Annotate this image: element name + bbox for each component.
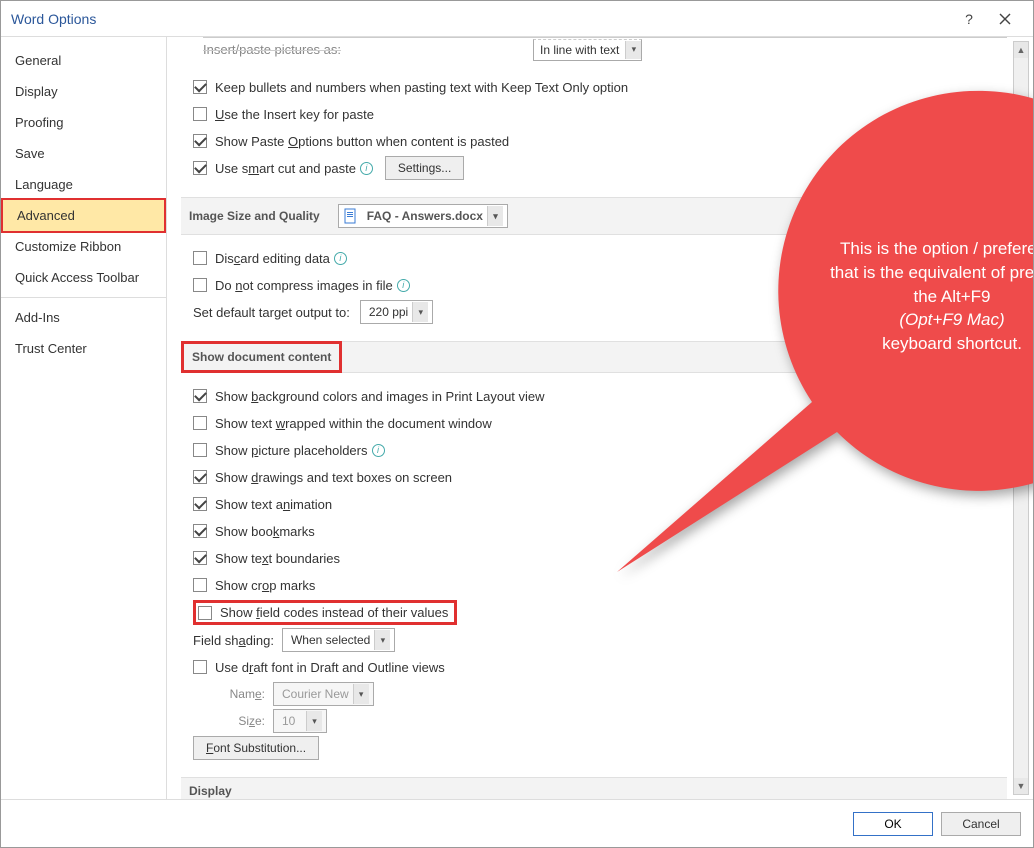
label-crop-marks: Show crop marks: [215, 578, 315, 593]
cancel-button[interactable]: Cancel: [941, 812, 1021, 836]
chevron-down-icon: ▾: [625, 41, 641, 59]
insert-paste-pictures-label: Insert/paste pictures as:: [203, 42, 533, 57]
dialog-title: Word Options: [11, 11, 951, 27]
label-insert-key: Use the Insert key for paste: [215, 107, 374, 122]
info-icon[interactable]: i: [334, 252, 347, 265]
word-options-dialog: Word Options ? General Display Proofing …: [0, 0, 1034, 848]
group-image-quality: Image Size and Quality FAQ - Answers.doc…: [181, 197, 1007, 235]
sidebar-item-advanced[interactable]: Advanced: [1, 198, 166, 233]
sidebar-item-customize-ribbon[interactable]: Customize Ribbon: [1, 231, 166, 262]
sidebar-separator: [1, 297, 166, 298]
checkbox-smart-cut[interactable]: [193, 161, 207, 175]
label-paste-options: Show Paste Options button when content i…: [215, 134, 509, 149]
label-discard-editing: Discard editing data: [215, 251, 330, 266]
label-field-codes: Show field codes instead of their values: [220, 605, 448, 620]
checkbox-text-wrapped[interactable]: [193, 416, 207, 430]
image-quality-doc-select[interactable]: FAQ - Answers.docx ▾: [338, 204, 508, 228]
label-no-compress: Do not compress images in file: [215, 278, 393, 293]
close-button[interactable]: [987, 1, 1023, 37]
font-substitution-button[interactable]: Font Substitution...: [193, 736, 319, 760]
main-panel: Insert/paste pictures as: In line with t…: [167, 37, 1033, 799]
info-icon[interactable]: i: [372, 444, 385, 457]
label-text-boundaries: Show text boundaries: [215, 551, 340, 566]
checkbox-paste-options[interactable]: [193, 134, 207, 148]
label-animation: Show text animation: [215, 497, 332, 512]
field-shading-select[interactable]: When selected ▾: [282, 628, 395, 652]
document-icon: [343, 208, 359, 224]
scroll-up-icon[interactable]: ▲: [1014, 42, 1028, 58]
label-keep-bullets: Keep bullets and numbers when pasting te…: [215, 80, 628, 95]
checkbox-discard-editing[interactable]: [193, 251, 207, 265]
scroll-down-icon[interactable]: ▼: [1014, 778, 1028, 794]
checkbox-text-boundaries[interactable]: [193, 551, 207, 565]
scrollbar[interactable]: ▲ ▼: [1013, 41, 1029, 795]
settings-button[interactable]: Settings...: [385, 156, 464, 180]
checkbox-animation[interactable]: [193, 497, 207, 511]
default-target-select[interactable]: 220 ppi ▾: [360, 300, 433, 324]
sidebar-item-language[interactable]: Language: [1, 169, 166, 200]
checkbox-bookmarks[interactable]: [193, 524, 207, 538]
checkbox-draft-font[interactable]: [193, 660, 207, 674]
checkbox-insert-key[interactable]: [193, 107, 207, 121]
sidebar-item-display[interactable]: Display: [1, 76, 166, 107]
draft-font-name-label: Name:: [215, 687, 265, 701]
sidebar-item-trust-center[interactable]: Trust Center: [1, 333, 166, 364]
label-bg-colors: Show background colors and images in Pri…: [215, 389, 545, 404]
checkbox-crop-marks[interactable]: [193, 578, 207, 592]
scrollbar-thumb[interactable]: [1015, 242, 1027, 462]
sidebar-item-save[interactable]: Save: [1, 138, 166, 169]
checkbox-picture-placeholders[interactable]: [193, 443, 207, 457]
chevron-down-icon: ▾: [353, 684, 369, 704]
checkbox-no-compress[interactable]: [193, 278, 207, 292]
label-picture-placeholders: Show picture placeholders: [215, 443, 368, 458]
sidebar-item-addins[interactable]: Add-Ins: [1, 302, 166, 333]
sidebar: General Display Proofing Save Language A…: [1, 37, 167, 799]
label-smart-cut: Use smart cut and paste: [215, 161, 356, 176]
checkbox-drawings[interactable]: [193, 470, 207, 484]
label-draft-font: Use draft font in Draft and Outline view…: [215, 660, 445, 675]
highlight-field-codes: Show field codes instead of their values: [193, 600, 457, 625]
help-button[interactable]: ?: [951, 1, 987, 37]
chevron-down-icon: ▾: [412, 302, 428, 322]
info-icon[interactable]: i: [397, 279, 410, 292]
draft-font-name-select: Courier New ▾: [273, 682, 374, 706]
checkbox-bg-colors[interactable]: [193, 389, 207, 403]
sidebar-item-general[interactable]: General: [1, 45, 166, 76]
label-drawings: Show drawings and text boxes on screen: [215, 470, 452, 485]
sidebar-item-proofing[interactable]: Proofing: [1, 107, 166, 138]
chevron-down-icon: ▾: [306, 711, 322, 731]
dialog-footer: OK Cancel: [1, 799, 1033, 847]
ok-button[interactable]: OK: [853, 812, 933, 836]
info-icon[interactable]: i: [360, 162, 373, 175]
chevron-down-icon: ▾: [487, 206, 503, 226]
checkbox-field-codes[interactable]: [198, 606, 212, 620]
default-target-label: Set default target output to:: [193, 305, 350, 320]
checkbox-keep-bullets[interactable]: [193, 80, 207, 94]
draft-font-size-label: Size:: [215, 714, 265, 728]
group-show-document-content: Show document content: [181, 341, 342, 373]
label-bookmarks: Show bookmarks: [215, 524, 315, 539]
sidebar-item-quick-access[interactable]: Quick Access Toolbar: [1, 262, 166, 293]
field-shading-label: Field shading:: [193, 633, 274, 648]
draft-font-size-select: 10 ▾: [273, 709, 327, 733]
insert-paste-pictures-select[interactable]: In line with text ▾: [533, 39, 642, 61]
group-display: Display: [181, 777, 1007, 799]
chevron-down-icon: ▾: [374, 630, 390, 650]
titlebar: Word Options ?: [1, 1, 1033, 37]
label-text-wrapped: Show text wrapped within the document wi…: [215, 416, 492, 431]
